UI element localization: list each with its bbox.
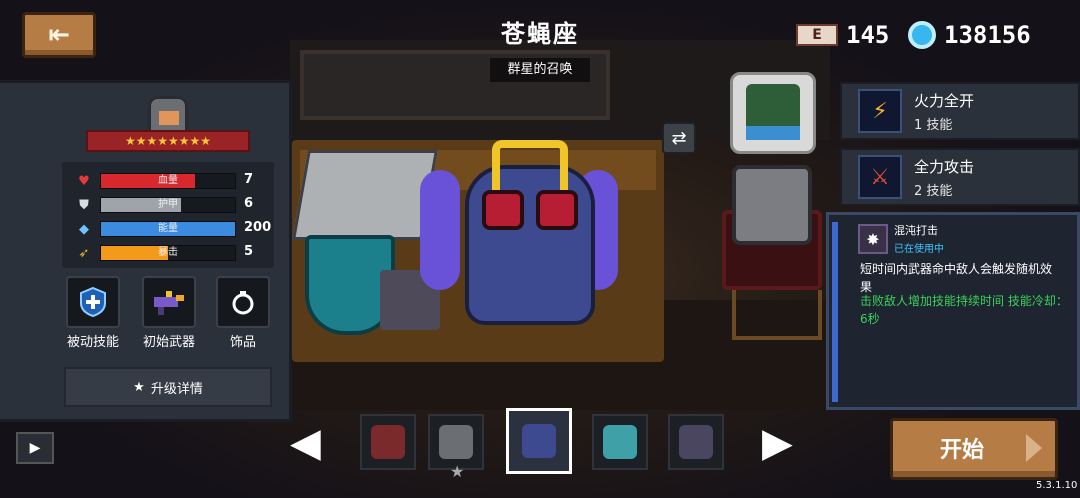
armor-icon: ⛊ [79,197,89,213]
gem-count: 145 [846,21,890,49]
stat-hp: ♥ 血量 7 [76,172,253,190]
passive-skill-slot[interactable] [66,276,120,328]
start-arrow-icon [1026,434,1042,462]
gem-icon: E [796,24,838,46]
chaos-strike-icon: ✸ [858,224,888,254]
portrait-portrait [603,425,637,459]
knight-helmet-sprite [292,150,438,240]
stat-energy: ◆ 能量 200 [76,220,271,238]
next-character-arrow[interactable]: ▶ [762,423,793,463]
blaster-gun-icon [154,291,184,315]
skill-name: 混沌打击 [894,224,938,237]
video-button[interactable]: ▶ [16,432,54,464]
armor-value: 6 [244,196,254,211]
coin-count: 138156 [944,21,1031,49]
energy-value: 200 [244,220,272,235]
blue-coin-icon [908,21,936,49]
shield-plus-icon [80,286,106,318]
exit-door-icon: ⇤ [48,20,70,50]
skill-2-sub: 2 技能 [914,184,953,199]
character-title: 苍蝇座 [501,20,579,48]
upgrade-details-button[interactable]: ★ 升级详情 [64,367,272,407]
back-button[interactable]: ⇤ [22,12,96,58]
energy-icon: ◆ [79,221,89,237]
swap-skin-button[interactable]: ⇄ [662,122,696,154]
grey-cat-npc[interactable] [732,165,812,245]
starting-weapon-label: 初始武器 [142,335,195,350]
upgrade-details-label: 升级详情 [150,381,203,397]
crossed-swords-icon: ⚔ [858,155,902,199]
skill-description: 短时间内武器命中敌人会触发随机效果 [860,262,1053,294]
character-slot-wizard[interactable] [668,414,724,470]
accessory-label: 饰品 [229,335,256,350]
hp-label: 血量 [158,175,178,186]
crit-label: 暴击 [158,247,178,258]
fly-crown [492,140,568,190]
character-slot-portrait[interactable] [592,414,648,470]
skill-bonus-text: 击败敌人增加技能持续时间 技能冷却：6秒 [860,294,1068,326]
star-icon: ★ [133,379,145,395]
character-slot-knight-dark[interactable] [360,414,416,470]
character-avatar [148,96,188,134]
knight-grey-portrait [439,425,473,459]
armor-label: 护甲 [158,199,178,210]
crit-value: 5 [244,244,254,259]
favorite-star-icon: ★ [450,462,465,481]
skill-card-1[interactable]: ⚡ 火力全开 1 技能 [840,82,1080,140]
starting-weapon-slot[interactable] [142,276,196,328]
star-rating: ★★★★★★★★ [86,130,250,152]
gem-counter: E 145 [796,20,889,50]
hp-value: 7 [244,172,254,187]
skin-subtitle: 群星的召唤 [490,58,590,82]
fly-eye-left [482,190,524,230]
character-slot-fly-lord[interactable] [506,408,572,474]
skill-card-2[interactable]: ⚔ 全力攻击 2 技能 [840,148,1080,206]
version-label: 5.3.1.10 [1036,480,1078,491]
coin-counter: 138156 [908,20,1031,50]
stat-crit: ➶ 暴击 5 [76,244,253,262]
ring-icon [232,291,254,315]
swap-arrows-icon: ⇄ [671,127,687,149]
skill-1-title: 火力全开 [914,92,975,110]
play-icon: ▶ [29,440,41,456]
crit-icon: ➶ [78,245,90,261]
heart-icon: ♥ [78,173,90,189]
in-use-status: 已在使用中 [894,244,944,255]
chair-legs [732,290,822,340]
accessory-slot[interactable] [216,276,270,328]
skill-2-title: 全力攻击 [914,158,975,176]
fly-lord-portrait [522,424,556,458]
fly-wing-left [420,170,460,290]
stat-armor: ⛊ 护甲 6 [76,196,253,214]
ammo-icon: ⚡ [858,89,902,133]
skill-1-sub: 1 技能 [914,118,953,133]
start-button-label: 开始 [940,438,985,463]
prev-character-arrow[interactable]: ◀ [290,423,321,463]
fly-eye-right [536,190,578,230]
description-stripe [832,222,838,402]
knight-dark-portrait [371,425,405,459]
energy-label: 能量 [158,223,178,234]
bonsai-pot [746,126,800,140]
wizard-portrait [679,425,713,459]
passive-skill-label: 被动技能 [66,335,119,350]
